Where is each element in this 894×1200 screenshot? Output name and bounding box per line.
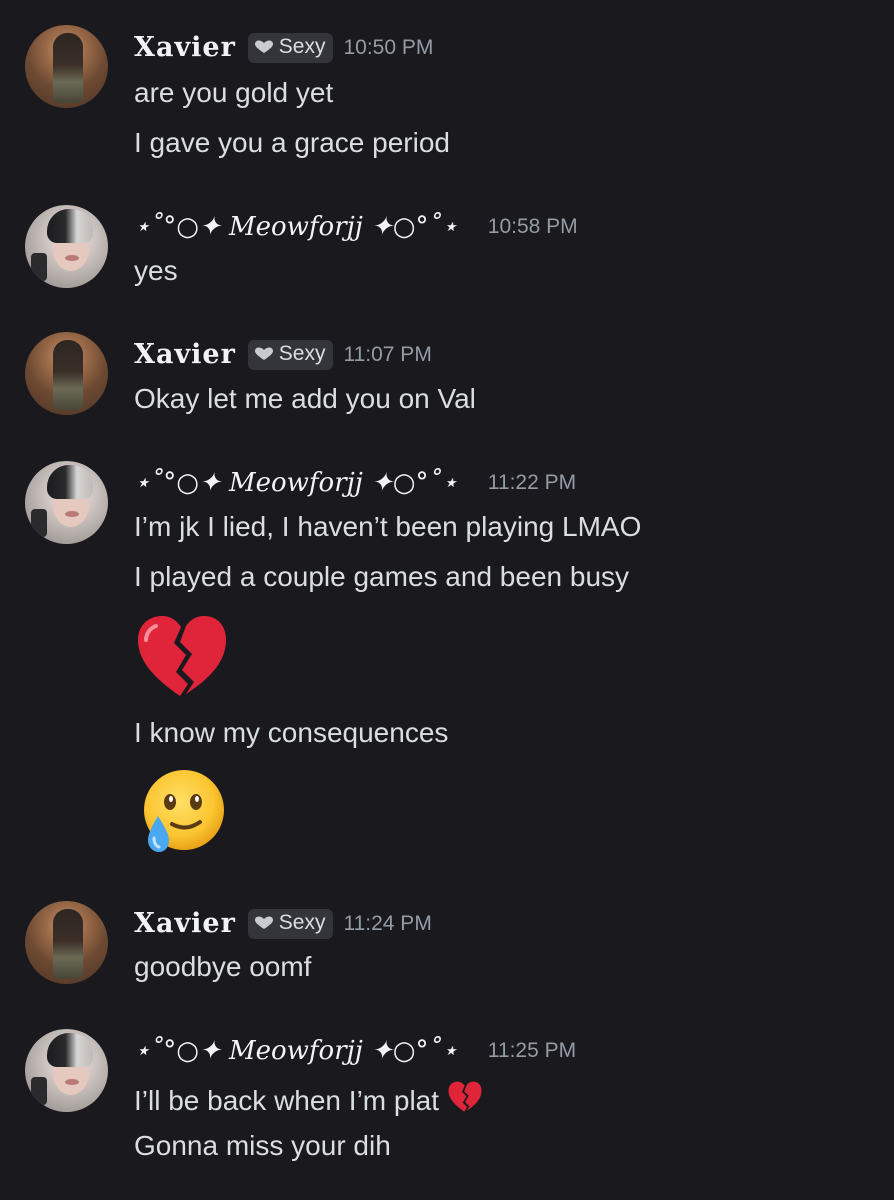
chat-log: Xavier Sexy 10:50 PM are you gold yet I …: [0, 0, 894, 1200]
message-header: ⋆˚°○✦ Meowforjj ✦○°˚⋆ 11:25 PM: [134, 1036, 576, 1066]
avatar[interactable]: [25, 332, 108, 415]
username[interactable]: ⋆˚°○✦ Meowforjj ✦○°˚⋆: [134, 212, 458, 242]
tag-label: Sexy: [278, 342, 326, 365]
message-text-span: I’ll be back when I’m plat: [134, 1085, 440, 1116]
broken-heart-emoji: [138, 616, 226, 696]
avatar[interactable]: [25, 1029, 108, 1112]
message-text: I’ll be back when I’m plat: [134, 1080, 483, 1117]
message-header: Xavier Sexy 11:07 PM: [134, 339, 432, 370]
timestamp: 11:07 PM: [343, 342, 432, 366]
message-text: I know my consequences: [134, 717, 449, 748]
username[interactable]: ⋆˚°○✦ Meowforjj ✦○°˚⋆: [134, 1036, 458, 1066]
heart-icon: [254, 40, 273, 53]
tag-label: Sexy: [278, 35, 326, 58]
avatar[interactable]: [25, 901, 108, 984]
avatar[interactable]: [25, 205, 108, 288]
message-text: I played a couple games and been busy: [134, 561, 630, 592]
username[interactable]: ⋆˚°○✦ Meowforjj ✦○°˚⋆: [134, 468, 458, 498]
message-header: ⋆˚°○✦ Meowforjj ✦○°˚⋆ 11:22 PM: [134, 468, 576, 498]
message-header: Xavier Sexy 11:24 PM: [134, 908, 432, 939]
role-tag[interactable]: Sexy: [247, 339, 334, 370]
username[interactable]: Xavier: [134, 908, 236, 939]
message-text: are you gold yet: [134, 77, 334, 108]
timestamp: 11:25 PM: [487, 1039, 577, 1062]
username[interactable]: Xavier: [134, 339, 236, 370]
timestamp: 11:22 PM: [487, 471, 577, 494]
role-tag[interactable]: Sexy: [247, 32, 334, 63]
message-text: Okay let me add you on Val: [134, 383, 476, 414]
message-header: Xavier Sexy 10:50 PM: [134, 32, 433, 63]
message-text: yes: [134, 255, 178, 286]
role-tag[interactable]: Sexy: [247, 908, 334, 939]
username[interactable]: Xavier: [134, 32, 236, 63]
avatar[interactable]: [25, 461, 108, 544]
timestamp: 11:24 PM: [343, 911, 432, 935]
timestamp: 10:58 PM: [487, 215, 578, 238]
heart-icon: [254, 916, 273, 929]
message-text: Gonna miss your dih: [134, 1130, 391, 1161]
message-header: ⋆˚°○✦ Meowforjj ✦○°˚⋆ 10:58 PM: [134, 212, 578, 242]
broken-heart-emoji: [448, 1081, 482, 1112]
message-text: I’m jk I lied, I haven’t been playing LM…: [134, 511, 642, 542]
tag-label: Sexy: [278, 911, 326, 934]
timestamp: 10:50 PM: [343, 35, 434, 59]
avatar[interactable]: [25, 25, 108, 108]
heart-icon: [254, 347, 273, 360]
message-text: goodbye oomf: [134, 951, 312, 982]
message-text: I gave you a grace period: [134, 127, 450, 158]
face-holding-back-tears-emoji: [144, 770, 224, 852]
